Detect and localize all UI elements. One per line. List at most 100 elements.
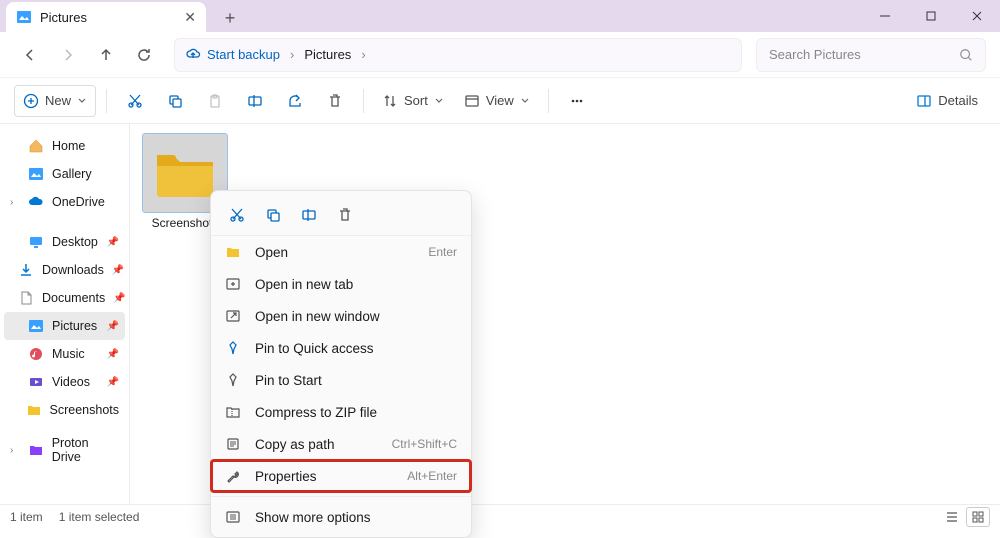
pin-icon: 📌 — [112, 265, 124, 276]
sidebar-item-documents[interactable]: Documents 📌 — [4, 284, 125, 312]
delete-button[interactable] — [317, 85, 353, 117]
cut-icon — [229, 207, 245, 223]
copy-path-icon — [225, 436, 241, 452]
ctx-compress-zip[interactable]: Compress to ZIP file — [211, 396, 471, 428]
list-view-button[interactable] — [940, 507, 964, 527]
chevron-right-icon[interactable]: › — [10, 445, 20, 456]
trash-icon — [337, 207, 353, 223]
rename-button[interactable] — [237, 85, 273, 117]
sidebar-item-gallery[interactable]: Gallery — [4, 160, 125, 188]
search-icon — [959, 48, 973, 62]
sidebar-item-home[interactable]: Home — [4, 132, 125, 160]
cut-button[interactable] — [117, 85, 153, 117]
ctx-show-more[interactable]: Show more options — [211, 501, 471, 533]
maximize-button[interactable] — [908, 0, 954, 32]
ctx-properties[interactable]: Properties Alt+Enter — [211, 460, 471, 492]
ctx-rename-button[interactable] — [293, 201, 325, 229]
minimize-button[interactable] — [862, 0, 908, 32]
chevron-right-icon[interactable]: › — [357, 47, 369, 62]
wrench-icon — [225, 468, 241, 484]
copy-button[interactable] — [157, 85, 193, 117]
ctx-copy-path[interactable]: Copy as path Ctrl+Shift+C — [211, 428, 471, 460]
new-button[interactable]: New — [14, 85, 96, 117]
sidebar-item-music[interactable]: Music 📌 — [4, 340, 125, 368]
rename-icon — [247, 93, 263, 109]
new-label: New — [45, 93, 71, 108]
sidebar-label: Desktop — [52, 235, 98, 249]
zip-icon — [225, 404, 241, 420]
ctx-label: Pin to Start — [255, 373, 322, 388]
more-button[interactable] — [559, 85, 595, 117]
copy-icon — [265, 207, 281, 223]
ctx-open-new-tab[interactable]: Open in new tab — [211, 268, 471, 300]
document-icon — [18, 290, 34, 306]
view-label: View — [486, 93, 514, 108]
new-tab-button[interactable]: + — [216, 4, 244, 32]
sidebar-item-proton-drive[interactable]: › Proton Drive — [4, 436, 125, 464]
sidebar-item-pictures[interactable]: Pictures 📌 — [4, 312, 125, 340]
ctx-label: Open in new tab — [255, 277, 353, 292]
tab-title: Pictures — [40, 10, 87, 25]
folder-open-icon — [225, 244, 241, 260]
ctx-shortcut: Ctrl+Shift+C — [392, 437, 457, 451]
sidebar-label: Screenshots — [50, 403, 119, 417]
breadcrumb-segment[interactable]: Pictures — [304, 47, 351, 62]
desktop-icon — [28, 234, 44, 250]
start-backup-button[interactable]: Start backup — [185, 47, 280, 63]
sort-label: Sort — [404, 93, 428, 108]
sidebar-item-screenshots[interactable]: Screenshots — [4, 396, 125, 424]
sidebar-item-downloads[interactable]: Downloads 📌 — [4, 256, 125, 284]
sort-icon — [382, 93, 398, 109]
sidebar-label: Proton Drive — [52, 436, 119, 464]
chevron-down-icon — [77, 96, 87, 106]
forward-button[interactable] — [52, 39, 84, 71]
refresh-button[interactable] — [128, 39, 160, 71]
ctx-delete-button[interactable] — [329, 201, 361, 229]
sidebar-label: OneDrive — [52, 195, 105, 209]
ctx-shortcut: Alt+Enter — [407, 469, 457, 483]
new-tab-icon — [225, 276, 241, 292]
up-button[interactable] — [90, 39, 122, 71]
copy-icon — [167, 93, 183, 109]
search-input[interactable]: Search Pictures — [756, 38, 986, 72]
ctx-copy-button[interactable] — [257, 201, 289, 229]
sidebar: Home Gallery › OneDrive Desktop 📌 Downlo… — [0, 124, 130, 504]
item-count: 1 item — [10, 510, 43, 524]
close-tab-icon[interactable]: ✕ — [184, 9, 196, 26]
search-placeholder: Search Pictures — [769, 47, 861, 62]
ctx-pin-start[interactable]: Pin to Start — [211, 364, 471, 396]
pin-icon — [225, 340, 241, 356]
cloud-icon — [28, 194, 44, 210]
tab-pictures[interactable]: Pictures ✕ — [6, 2, 206, 32]
pin-icon: 📌 — [107, 349, 119, 360]
music-icon — [28, 346, 44, 362]
details-pane-button[interactable]: Details — [908, 85, 986, 117]
address-bar[interactable]: Start backup › Pictures › — [174, 38, 742, 72]
ctx-cut-button[interactable] — [221, 201, 253, 229]
pictures-icon — [16, 9, 32, 25]
ctx-open-new-window[interactable]: Open in new window — [211, 300, 471, 332]
chevron-right-icon[interactable]: › — [10, 197, 20, 208]
ctx-label: Open in new window — [255, 309, 380, 324]
selection-count: 1 item selected — [59, 510, 140, 524]
close-window-button[interactable] — [954, 0, 1000, 32]
sidebar-item-onedrive[interactable]: › OneDrive — [4, 188, 125, 216]
sidebar-item-desktop[interactable]: Desktop 📌 — [4, 228, 125, 256]
sort-button[interactable]: Sort — [374, 85, 452, 117]
view-icon — [464, 93, 480, 109]
ctx-label: Properties — [255, 469, 317, 484]
back-button[interactable] — [14, 39, 46, 71]
ctx-pin-quick-access[interactable]: Pin to Quick access — [211, 332, 471, 364]
sidebar-item-videos[interactable]: Videos 📌 — [4, 368, 125, 396]
paste-button[interactable] — [197, 85, 233, 117]
view-button[interactable]: View — [456, 85, 538, 117]
navbar: Start backup › Pictures › Search Picture… — [0, 32, 1000, 78]
sidebar-label: Pictures — [52, 319, 97, 333]
ctx-open[interactable]: Open Enter — [211, 236, 471, 268]
folder-icon — [28, 442, 44, 458]
grid-view-button[interactable] — [966, 507, 990, 527]
ctx-label: Pin to Quick access — [255, 341, 374, 356]
cloud-icon — [185, 47, 201, 63]
share-button[interactable] — [277, 85, 313, 117]
pictures-icon — [28, 318, 44, 334]
